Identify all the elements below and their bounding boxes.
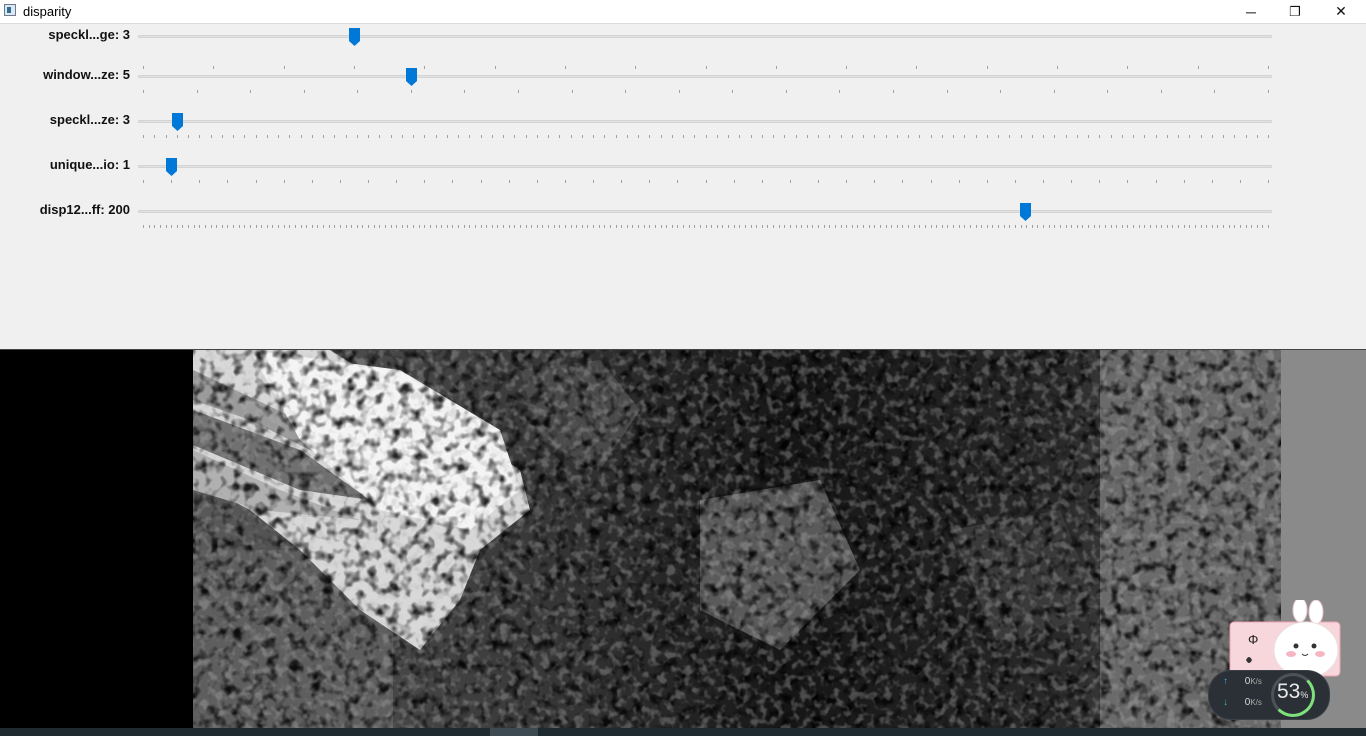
trackbar-ticks [143, 66, 1269, 69]
upload-arrow-icon: ↑ [1223, 676, 1228, 687]
trackbar-uniqueness-ratio: unique...io: 1 [0, 154, 1366, 194]
upload-unit: K/s [1250, 677, 1262, 686]
bunny-icon [1229, 597, 1341, 679]
upload-speed: ↑ 0K/s [1223, 676, 1262, 687]
trackbar-label: disp12...ff: 200 [39, 202, 130, 217]
trackbar-track[interactable] [138, 120, 1272, 123]
trackbar-speckle-range: speckl...ge: 3 [0, 24, 1366, 64]
window-titlebar: disparity ─ ❐ ✕ [0, 0, 1366, 24]
disparity-map-render [0, 350, 1366, 730]
trackbar-track[interactable] [138, 35, 1272, 38]
trackbar-speckle-window-size: speckl...ze: 3 [0, 109, 1366, 149]
app-icon [4, 4, 16, 16]
download-speed: ↓ 0K/s [1223, 697, 1262, 708]
cpu-usage: 53% [1277, 680, 1308, 704]
trackbar-window-size: window...ze: 5 [0, 64, 1366, 104]
taskbar [0, 728, 1366, 736]
download-arrow-icon: ↓ [1223, 697, 1228, 708]
trackbar-track[interactable] [138, 210, 1272, 213]
network-cpu-monitor[interactable]: ↑ 0K/s ↓ 0K/s 53% [1209, 671, 1329, 719]
window-title: disparity [23, 4, 72, 19]
trackbar-panel: speckl...ge: 3 window...ze: 5 speckl...z… [0, 24, 1366, 349]
widget-glyph: Φ [1248, 632, 1259, 647]
close-button[interactable]: ✕ [1318, 0, 1364, 23]
trackbar-track[interactable] [138, 75, 1272, 78]
trackbar-ticks [143, 90, 1269, 93]
download-unit: K/s [1250, 698, 1262, 707]
trackbar-thumb[interactable] [171, 113, 183, 131]
taskbar-active-item[interactable] [490, 728, 538, 736]
cpu-unit: % [1300, 690, 1309, 700]
maximize-button[interactable]: ❐ [1272, 0, 1318, 23]
trackbar-thumb[interactable] [348, 28, 360, 46]
minimize-button[interactable]: ─ [1228, 0, 1274, 23]
trackbar-ticks [143, 135, 1269, 138]
disparity-map-image [0, 349, 1366, 730]
trackbar-label: window...ze: 5 [43, 67, 130, 82]
trackbar-label: unique...io: 1 [49, 157, 130, 172]
trackbar-thumb[interactable] [405, 68, 417, 86]
cpu-value: 53 [1277, 680, 1301, 703]
trackbar-thumb[interactable] [1019, 203, 1031, 221]
trackbar-ticks [143, 180, 1269, 183]
trackbar-track[interactable] [138, 165, 1272, 168]
trackbar-disp12-max-diff: disp12...ff: 200 [0, 199, 1366, 239]
trackbar-ticks [143, 225, 1269, 228]
trackbar-thumb[interactable] [166, 158, 178, 176]
trackbar-label: speckl...ze: 3 [49, 112, 130, 127]
trackbar-label: speckl...ge: 3 [48, 27, 130, 42]
desktop-pet-widget[interactable]: Φ [1228, 597, 1344, 680]
